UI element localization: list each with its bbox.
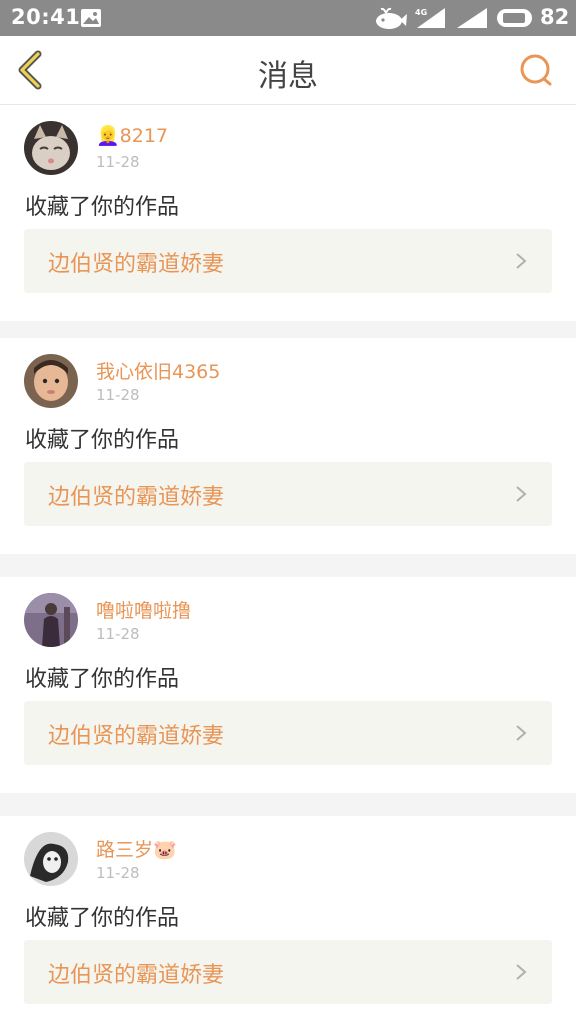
work-link[interactable]: 边伯贤的霸道娇妻 xyxy=(24,940,552,1004)
chevron-right-icon xyxy=(516,964,527,980)
message-date: 11-28 xyxy=(96,864,140,882)
bw-avatar[interactable] xyxy=(24,832,78,886)
status-bar: 20:41 4G 82 xyxy=(0,0,576,36)
person-avatar[interactable] xyxy=(24,593,78,647)
action-text: 收藏了你的作品 xyxy=(25,195,180,220)
baby-avatar[interactable] xyxy=(24,354,78,408)
message-card: 噜啦噜啦撸 11-28 收藏了你的作品 边伯贤的霸道娇妻 xyxy=(0,577,576,793)
svg-text:4G: 4G xyxy=(415,8,427,17)
message-card: 👱‍♀️8217 11-28 收藏了你的作品 边伯贤的霸道娇妻 xyxy=(0,105,576,321)
message-card: 我心依旧4365 11-28 收藏了你的作品 边伯贤的霸道娇妻 xyxy=(0,338,576,554)
chevron-right-icon xyxy=(516,725,527,741)
search-icon[interactable] xyxy=(518,52,554,88)
work-link[interactable]: 边伯贤的霸道娇妻 xyxy=(24,229,552,293)
message-date: 11-28 xyxy=(96,625,140,643)
chevron-right-icon xyxy=(516,253,527,269)
message-card: 路三岁🐷 11-28 收藏了你的作品 边伯贤的霸道娇妻 xyxy=(0,816,576,1032)
work-link[interactable]: 边伯贤的霸道娇妻 xyxy=(24,462,552,526)
username[interactable]: 👱‍♀️8217 xyxy=(96,124,168,147)
image-notification-icon xyxy=(81,9,101,27)
status-time: 20:41 xyxy=(11,5,81,29)
work-title: 边伯贤的霸道娇妻 xyxy=(48,485,225,510)
cat-avatar[interactable] xyxy=(24,121,78,175)
cellular-signal-icon xyxy=(457,8,487,28)
message-date: 11-28 xyxy=(96,386,140,404)
page-title: 消息 xyxy=(258,59,318,94)
action-text: 收藏了你的作品 xyxy=(25,667,180,692)
message-date: 11-28 xyxy=(96,153,140,171)
nav-header: 消息 xyxy=(0,36,576,105)
action-text: 收藏了你的作品 xyxy=(25,906,180,931)
battery-icon xyxy=(497,9,532,27)
username[interactable]: 路三岁🐷 xyxy=(96,835,177,862)
work-title: 边伯贤的霸道娇妻 xyxy=(48,724,225,749)
work-link[interactable]: 边伯贤的霸道娇妻 xyxy=(24,701,552,765)
work-title: 边伯贤的霸道娇妻 xyxy=(48,252,225,277)
username[interactable]: 我心依旧4365 xyxy=(96,357,220,384)
whale-notification-icon xyxy=(376,7,407,29)
cellular-4g-signal-icon: 4G xyxy=(415,8,445,28)
chevron-right-icon xyxy=(516,486,527,502)
work-title: 边伯贤的霸道娇妻 xyxy=(48,963,225,988)
battery-percentage: 82 xyxy=(540,5,570,29)
action-text: 收藏了你的作品 xyxy=(25,428,180,453)
username[interactable]: 噜啦噜啦撸 xyxy=(96,596,191,623)
